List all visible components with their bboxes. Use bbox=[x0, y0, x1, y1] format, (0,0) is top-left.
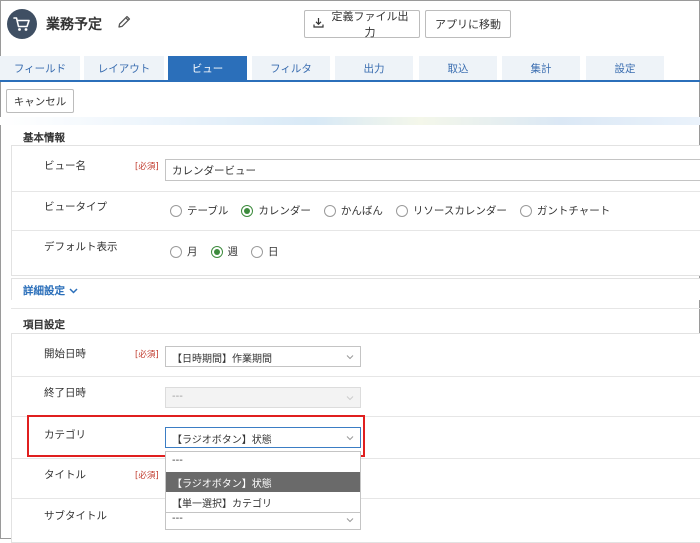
start-datetime-select[interactable]: 【日時期間】作業期間 bbox=[165, 346, 361, 367]
radio-button[interactable] bbox=[519, 204, 532, 217]
end-datetime-label: 終了日時 bbox=[44, 387, 86, 399]
detail-settings-link[interactable]: 詳細設定 bbox=[23, 283, 78, 298]
go-to-app-button[interactable]: アプリに移動 bbox=[425, 10, 511, 38]
tab-bar: フィールド レイアウト ビュー フィルタ 出力 取込 集計 設定 bbox=[0, 56, 700, 82]
shopping-cart-icon bbox=[7, 9, 37, 39]
category-dropdown-list: --- 【ラジオボタン】状態 【単一選択】カテゴリ bbox=[165, 451, 361, 513]
dropdown-option[interactable]: --- bbox=[166, 452, 360, 472]
end-datetime-value: --- bbox=[172, 391, 183, 402]
chevron-down-icon bbox=[69, 285, 78, 297]
default-display-label: デフォルト表示 bbox=[44, 241, 118, 253]
tab-filter[interactable]: フィルタ bbox=[252, 56, 330, 81]
chevron-down-icon bbox=[346, 518, 354, 523]
radio-button-checked[interactable] bbox=[241, 204, 254, 217]
subtitle-label: サブタイトル bbox=[44, 510, 107, 522]
radio-button[interactable] bbox=[170, 204, 182, 217]
start-datetime-label: 開始日時 bbox=[44, 348, 86, 360]
tab-aggregate[interactable]: 集計 bbox=[502, 56, 580, 81]
pencil-icon[interactable] bbox=[116, 14, 132, 30]
dropdown-option[interactable]: 【単一選択】カテゴリ bbox=[166, 492, 360, 512]
required-badge: [必須] bbox=[135, 471, 159, 481]
export-definition-button[interactable]: 定義ファイル出力 bbox=[304, 10, 420, 39]
default-display-option-day[interactable]: 日 bbox=[251, 244, 279, 259]
required-badge: [必須] bbox=[135, 350, 159, 360]
export-label: 定義ファイル出力 bbox=[331, 10, 409, 39]
tab-layout[interactable]: レイアウト bbox=[84, 56, 164, 81]
default-display-radio-group: 月 週 日 bbox=[170, 244, 292, 259]
view-name-input[interactable]: カレンダービュー bbox=[165, 159, 700, 181]
view-type-option-kanban[interactable]: かんばん bbox=[323, 203, 383, 218]
decorative-band bbox=[0, 117, 700, 125]
tab-import[interactable]: 取込 bbox=[419, 56, 497, 81]
radio-button-checked[interactable] bbox=[210, 245, 223, 258]
view-type-radio-group: テーブル カレンダー かんばん リソースカレンダー ガントチャート bbox=[170, 203, 623, 218]
tab-output[interactable]: 出力 bbox=[335, 56, 413, 81]
download-icon bbox=[313, 17, 324, 31]
view-name-label: ビュー名 bbox=[44, 160, 86, 172]
dropdown-option-highlighted[interactable]: 【ラジオボタン】状態 bbox=[166, 472, 360, 492]
basic-info-title: 基本情報 bbox=[23, 132, 65, 144]
detail-settings-label: 詳細設定 bbox=[23, 285, 65, 297]
default-display-option-month[interactable]: 月 bbox=[170, 244, 198, 259]
end-datetime-select: --- bbox=[165, 387, 361, 408]
chevron-down-icon bbox=[346, 355, 354, 360]
cancel-button[interactable]: キャンセル bbox=[6, 89, 74, 113]
view-type-option-calendar[interactable]: カレンダー bbox=[241, 203, 311, 218]
divider bbox=[12, 230, 700, 231]
view-type-option-gantt[interactable]: ガントチャート bbox=[519, 203, 610, 218]
tab-settings[interactable]: 設定 bbox=[586, 56, 664, 81]
subtitle-value: --- bbox=[172, 513, 183, 524]
view-type-option-resource-calendar[interactable]: リソースカレンダー bbox=[395, 203, 507, 218]
divider bbox=[12, 376, 700, 377]
divider bbox=[12, 191, 700, 192]
radio-button[interactable] bbox=[395, 204, 408, 217]
tab-field[interactable]: フィールド bbox=[0, 56, 80, 81]
divider bbox=[11, 308, 700, 309]
tab-view[interactable]: ビュー bbox=[168, 56, 247, 81]
start-datetime-value: 【日時期間】作業期間 bbox=[172, 354, 272, 365]
detail-settings-panel bbox=[11, 278, 700, 300]
radio-button[interactable] bbox=[323, 204, 336, 217]
radio-button[interactable] bbox=[170, 245, 182, 258]
app-title: 業務予定 bbox=[46, 17, 102, 33]
default-display-option-week[interactable]: 週 bbox=[210, 244, 238, 259]
required-badge: [必須] bbox=[135, 162, 159, 172]
title-label: タイトル bbox=[44, 469, 86, 481]
item-settings-title: 項目設定 bbox=[23, 319, 65, 331]
tab-underline bbox=[0, 80, 700, 82]
chevron-down-icon bbox=[346, 396, 354, 401]
view-type-label: ビュータイプ bbox=[44, 201, 107, 213]
radio-button[interactable] bbox=[251, 245, 263, 258]
view-type-option-table[interactable]: テーブル bbox=[170, 203, 228, 218]
